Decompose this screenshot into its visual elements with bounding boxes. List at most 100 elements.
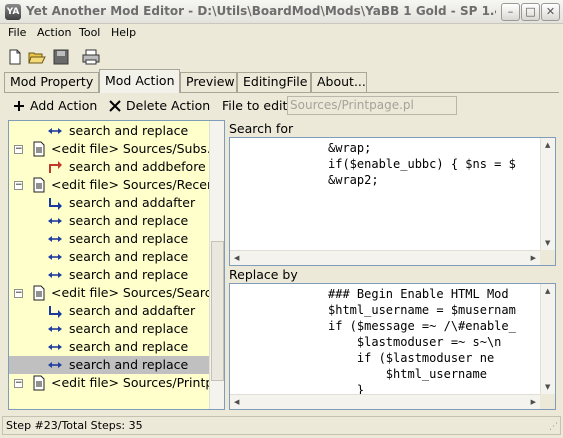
tree-node-label: search and replace [69, 267, 189, 282]
new-file-icon[interactable] [6, 48, 24, 66]
scroll-left-icon[interactable]: ◀ [234, 398, 239, 406]
plus-icon [14, 101, 24, 111]
tree-action-node[interactable]: search and replace [9, 338, 209, 356]
scroll-corner [540, 250, 555, 265]
tab-editing-file[interactable]: EditingFile [237, 72, 311, 92]
code-line: &wrap2; [328, 173, 379, 187]
replace-arrows-icon [48, 218, 62, 224]
replace-by-text[interactable]: ### Begin Enable HTML Mod $html_username … [230, 284, 540, 394]
code-line: if($enable_ubbc) { $ns = $ [328, 157, 516, 171]
tree-action-node[interactable]: search and replace [9, 230, 209, 248]
window-title: Yet Another Mod Editor - D:\Utils\BoardM… [26, 4, 496, 18]
document-icon [33, 141, 45, 157]
collapse-icon[interactable]: − [14, 379, 23, 388]
menu-bar: File Action Tool Help [0, 24, 563, 44]
search-for-text[interactable]: &wrap; if($enable_ubbc) { $ns = $ &wrap2; [230, 138, 540, 250]
tree-scroll-thumb[interactable] [211, 241, 224, 381]
tree-file-node[interactable]: − <edit file> Sources/Printpage.pl [9, 374, 224, 392]
code-line: &wrap; [328, 141, 372, 155]
app-window: YA Yet Another Mod Editor - D:\Utils\Boa… [0, 0, 563, 438]
replace-arrows-icon [48, 254, 62, 260]
scroll-up-icon[interactable]: ▲ [545, 141, 550, 149]
action-bar: Add Action Delete Action File to edit So… [0, 95, 563, 117]
tab-strip: Mod Property Mod Action Preview EditingF… [0, 69, 563, 93]
tree-node-label: search and replace [69, 123, 189, 138]
replace-by-editor[interactable]: ### Begin Enable HTML Mod $html_username … [229, 283, 556, 410]
tree-action-node[interactable]: search and addbefore [9, 158, 209, 176]
collapse-icon[interactable]: − [14, 289, 23, 298]
replace-arrows-icon [48, 326, 62, 332]
scroll-down-icon[interactable]: ▼ [545, 239, 550, 247]
add-before-arrow-icon [49, 161, 62, 173]
title-bar[interactable]: YA Yet Another Mod Editor - D:\Utils\Boa… [0, 0, 563, 24]
resize-grip-icon[interactable]: ⋰ [549, 423, 558, 432]
file-to-edit-field[interactable]: Sources/Printpage.pl [287, 96, 457, 115]
menu-action[interactable]: Action [37, 26, 71, 39]
minimize-button[interactable]: – [501, 3, 520, 21]
tree-node-label: search and replace [69, 357, 189, 372]
tree-node-label: search and addafter [69, 195, 196, 210]
maximize-button[interactable]: □ [521, 3, 540, 21]
file-to-edit-label: File to edit [222, 98, 288, 113]
toolbar [0, 45, 563, 69]
code-line: $html_username = $musernam [328, 303, 516, 317]
tree-action-node[interactable]: search and replace [9, 320, 209, 338]
replace-by-label: Replace by [229, 267, 298, 282]
open-folder-icon[interactable] [28, 48, 46, 66]
search-for-label: Search for [229, 121, 294, 136]
tree-action-node[interactable]: search and replace [9, 356, 209, 374]
tree-file-node[interactable]: − <edit file> Sources/Recent.pl [9, 176, 224, 194]
code-line: ### Begin Enable HTML Mod [328, 287, 509, 301]
tab-preview[interactable]: Preview [180, 72, 237, 92]
tree-action-node[interactable]: search and replace [9, 212, 209, 230]
document-icon [33, 375, 45, 391]
scroll-right-icon[interactable]: ▶ [531, 254, 536, 262]
scroll-down-icon[interactable]: ▼ [545, 383, 550, 391]
replace-arrows-icon [48, 362, 62, 368]
status-text: Step #23/Total Steps: 35 [6, 419, 143, 432]
tab-mod-action[interactable]: Mod Action [99, 69, 180, 93]
document-icon [33, 177, 45, 193]
menu-file[interactable]: File [8, 26, 26, 39]
action-tree[interactable]: search and replace − <edit file> Sources/S… [8, 120, 225, 410]
tree-node-label: search and addbefore [69, 159, 206, 174]
app-logo-icon: YA [5, 4, 21, 20]
tree-action-node[interactable]: search and addafter [9, 194, 209, 212]
tree-action-node[interactable]: search and addafter [9, 302, 209, 320]
collapse-icon[interactable]: − [14, 181, 23, 190]
replace-hscroll[interactable]: ◀ ▶ [230, 394, 540, 409]
add-after-arrow-icon [49, 198, 62, 210]
code-line: $html_username [328, 367, 487, 381]
tab-about[interactable]: About... [311, 72, 367, 92]
search-hscroll[interactable]: ◀ ▶ [230, 250, 540, 265]
menu-tool[interactable]: Tool [79, 26, 100, 39]
tree-action-node[interactable]: search and replace [9, 266, 209, 284]
scroll-right-icon[interactable]: ▶ [531, 398, 536, 406]
print-icon[interactable] [82, 48, 100, 66]
scroll-left-icon[interactable]: ◀ [234, 254, 239, 262]
replace-arrows-icon [48, 344, 62, 350]
tree-scrollbar[interactable] [209, 121, 224, 409]
save-icon[interactable] [52, 48, 70, 66]
add-action-label: Add Action [30, 98, 98, 113]
search-for-editor[interactable]: &wrap; if($enable_ubbc) { $ns = $ &wrap2; … [229, 137, 556, 266]
scroll-corner [540, 394, 555, 409]
tree-node-label: search and addafter [69, 303, 196, 318]
tree-file-node[interactable]: − <edit file> Sources/Subs.pl [9, 140, 222, 158]
tab-divider [4, 92, 559, 93]
tree-action-node[interactable]: search and replace [9, 122, 209, 140]
code-line: if ($lastmoduser ne [328, 351, 495, 365]
tree-action-node[interactable]: search and replace [9, 248, 209, 266]
tree-file-node[interactable]: − <edit file> Sources/Search.pl [9, 284, 224, 302]
menu-help[interactable]: Help [111, 26, 136, 39]
scroll-up-icon[interactable]: ▲ [545, 287, 550, 295]
code-line: if ($message =~ /\#enable_ [328, 319, 516, 333]
collapse-icon[interactable]: − [14, 145, 23, 154]
replace-vscroll[interactable]: ▲ ▼ [540, 284, 555, 394]
tree-node-label: search and replace [69, 231, 189, 246]
close-button[interactable]: ✕ [541, 3, 560, 21]
replace-arrows-icon [48, 128, 62, 134]
search-vscroll[interactable]: ▲ ▼ [540, 138, 555, 250]
tab-mod-property[interactable]: Mod Property [4, 72, 99, 92]
status-bar: Step #23/Total Steps: 35 ⋰ [2, 416, 561, 435]
